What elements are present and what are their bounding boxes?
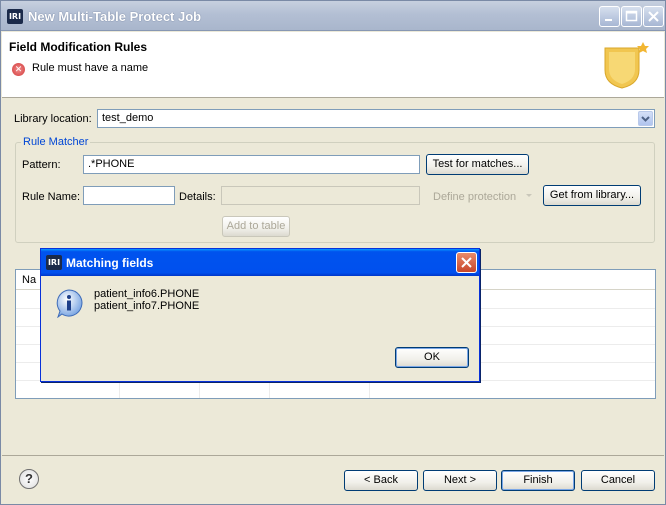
cancel-button[interactable]: Cancel xyxy=(581,470,655,491)
details-input xyxy=(221,186,420,205)
dialog-body: patient_info6.PHONE patient_info7.PHONE … xyxy=(44,276,476,380)
library-dropdown-button[interactable] xyxy=(638,111,653,126)
info-icon xyxy=(56,289,83,318)
rule-matcher-title: Rule Matcher xyxy=(21,136,91,148)
wizard-window: IRI New Multi-Table Protect Job Field Mo… xyxy=(0,0,666,505)
chevron-down-icon xyxy=(641,116,650,122)
finish-button[interactable]: Finish xyxy=(501,470,575,491)
library-location-label: Library location: xyxy=(14,113,92,125)
library-location-combo[interactable]: test_demo xyxy=(97,109,655,128)
dialog-title: Matching fields xyxy=(66,256,154,270)
window-title: New Multi-Table Protect Job xyxy=(28,9,202,24)
footer-separator xyxy=(2,455,664,456)
help-icon[interactable]: ? xyxy=(19,469,39,489)
close-icon xyxy=(648,11,659,22)
details-label: Details: xyxy=(179,191,216,203)
close-button[interactable] xyxy=(643,6,664,27)
minimize-icon xyxy=(605,19,612,21)
test-for-matches-button[interactable]: Test for matches... xyxy=(426,154,529,175)
error-icon: ✕ xyxy=(12,63,25,76)
back-button[interactable]: < Back xyxy=(344,470,418,491)
ok-button[interactable]: OK xyxy=(395,347,469,368)
close-icon xyxy=(461,257,472,268)
page-title: Field Modification Rules xyxy=(9,40,148,54)
matching-field-item: patient_info7.PHONE xyxy=(94,300,200,312)
matching-field-item: patient_info6.PHONE xyxy=(94,288,200,300)
matching-fields-dialog: IRI Matching fields patient_info6.PHONE … xyxy=(40,248,480,382)
pattern-input[interactable]: .*PHONE xyxy=(83,155,420,174)
dialog-titlebar[interactable]: IRI Matching fields xyxy=(41,249,479,276)
shield-banner-icon xyxy=(604,42,649,89)
window-titlebar[interactable]: IRI New Multi-Table Protect Job xyxy=(1,1,665,31)
app-logo-icon: IRI xyxy=(7,9,23,24)
pattern-label: Pattern: xyxy=(22,159,61,171)
maximize-button[interactable] xyxy=(621,6,642,27)
minimize-button[interactable] xyxy=(599,6,620,27)
dialog-logo-icon: IRI xyxy=(46,255,62,270)
define-protection-menu: Define protection xyxy=(433,191,517,203)
maximize-icon xyxy=(625,10,638,22)
wizard-header: Field Modification Rules ✕ Rule must hav… xyxy=(2,32,664,98)
next-button[interactable]: Next > xyxy=(423,470,497,491)
library-location-value: test_demo xyxy=(102,112,154,124)
dialog-close-button[interactable] xyxy=(456,252,477,273)
add-to-table-button: Add to table xyxy=(222,216,290,237)
rule-name-label: Rule Name: xyxy=(22,191,81,203)
rule-name-input[interactable] xyxy=(83,186,175,205)
define-protection-arrow-icon xyxy=(526,194,532,197)
error-message: Rule must have a name xyxy=(32,62,149,74)
get-from-library-button[interactable]: Get from library... xyxy=(543,185,641,206)
